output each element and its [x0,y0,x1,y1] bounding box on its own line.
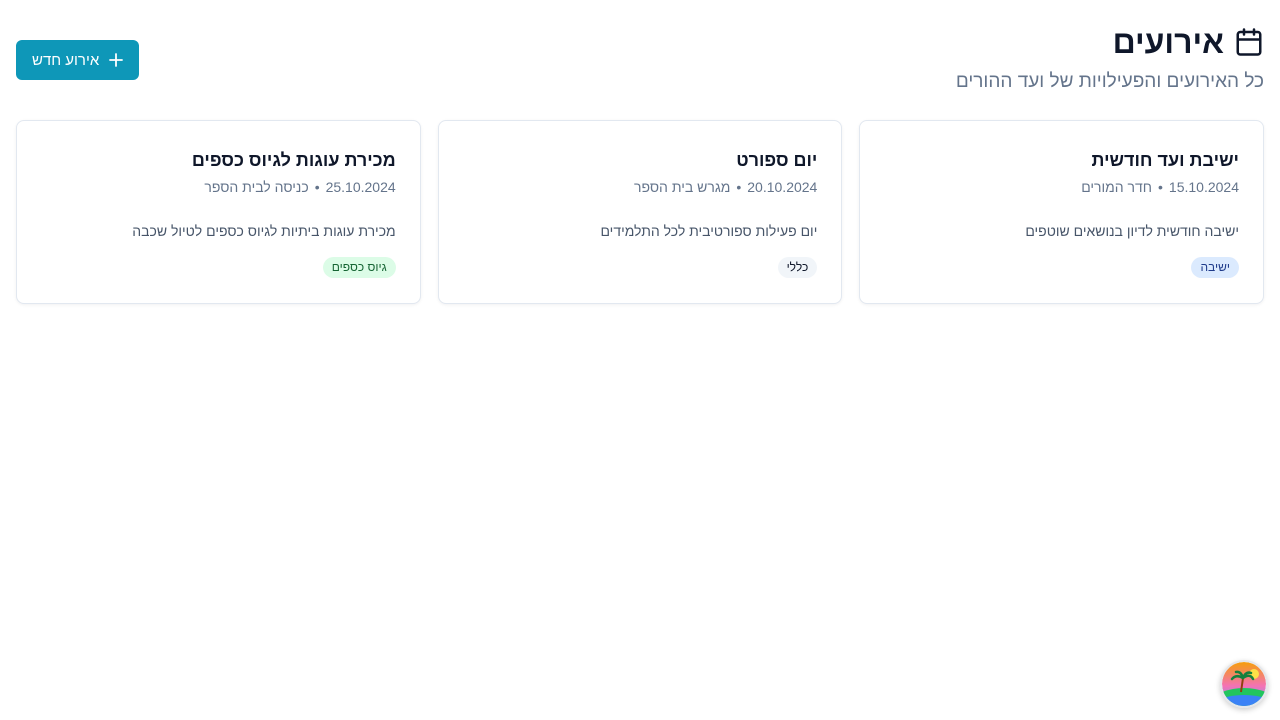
meta-separator: • [1158,179,1163,195]
event-date: 20.10.2024 [747,179,818,195]
event-meta: 15.10.2024 • חדר המורים [884,178,1239,196]
event-location: מגרש בית הספר [634,179,731,195]
events-grid: ישיבת ועד חודשית 15.10.2024 • חדר המורים… [16,120,1264,304]
event-date: 15.10.2024 [1168,179,1239,195]
event-title: מכירת עוגות לגיוס כספים [191,150,396,170]
meta-separator: • [314,179,320,195]
event-card[interactable]: מכירת עוגות לגיוס כספים 25.10.2024 • כני… [16,120,421,304]
event-date: 25.10.2024 [325,179,396,195]
event-description: מכירת עוגות ביתיות לגיוס כספים לטיול שכב… [132,223,396,239]
event-tag: כללי [777,257,818,278]
plus-icon [109,53,124,67]
page-header: אירועים כל האירועים והפעילויות של ועד הה… [16,22,1264,102]
meta-separator: • [736,179,742,195]
event-description: יום פעילות ספורטיבית לכל התלמידים [600,223,818,239]
event-title: יום ספורט [736,150,818,170]
event-description: ישיבה חודשית לדיון בנושאים שוטפים [1025,223,1239,239]
event-tag: ישיבה [1191,257,1239,278]
event-card[interactable]: יום ספורט 20.10.2024 • מגרש בית הספר יום… [437,120,843,304]
new-event-button[interactable]: אירוע חדש [16,40,140,80]
event-location: כניסה לבית הספר [204,179,309,195]
calendar-icon [1234,27,1264,57]
page-title: אירועים [1112,24,1224,60]
event-location: חדר המורים [1081,179,1153,195]
event-card[interactable]: ישיבת ועד חודשית 15.10.2024 • חדר המורים… [859,120,1264,304]
event-title: ישיבת ועד חודשית [1091,150,1239,170]
new-event-button-label: אירוע חדש [32,51,100,69]
beach-avatar-icon[interactable] [1220,660,1268,708]
event-meta: 20.10.2024 • מגרש בית הספר [463,178,818,196]
event-tag: גיוס כספים [322,257,396,278]
event-meta: 25.10.2024 • כניסה לבית הספר [41,178,396,196]
page-subtitle: כל האירועים והפעילויות של ועד ההורים [955,71,1264,92]
title-row: אירועים [1113,22,1264,62]
